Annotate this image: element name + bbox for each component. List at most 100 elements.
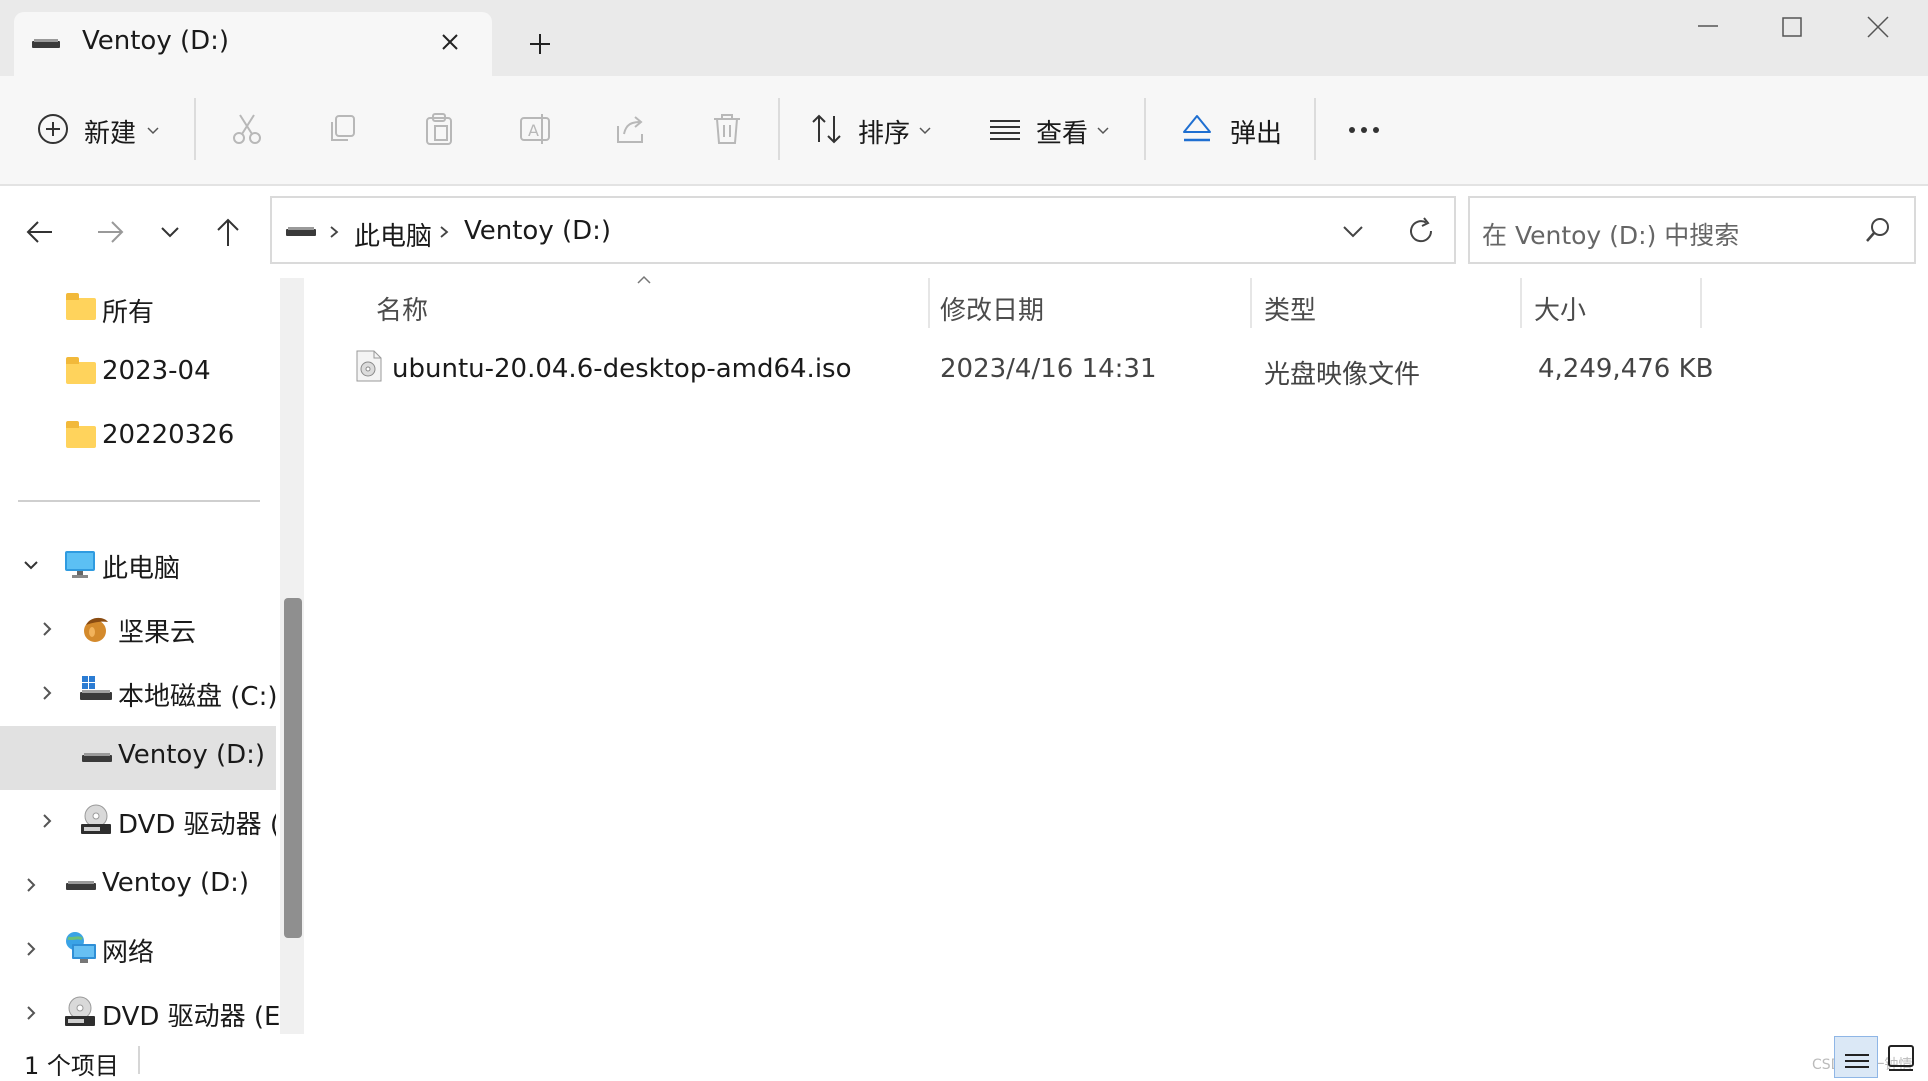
usb-drive-icon	[82, 752, 112, 764]
chevron-right-icon[interactable]	[38, 620, 56, 638]
sidebar-item-label: 此电脑	[102, 554, 181, 584]
sidebar-item-ventoy-d-root[interactable]: Ventoy (D:)	[0, 854, 276, 916]
chevron-right-icon[interactable]	[22, 940, 40, 958]
chevron-down-icon[interactable]	[22, 556, 40, 574]
sidebar-item-local-disk-c[interactable]: 本地磁盘 (C:)	[0, 662, 278, 724]
column-header-date[interactable]: 修改日期	[940, 290, 1044, 327]
recent-locations-chevron-icon[interactable]	[152, 214, 188, 250]
sort-icon	[810, 112, 844, 146]
address-history-chevron-icon[interactable]	[1340, 218, 1366, 244]
sidebar-item-jianguoyun[interactable]: 坚果云	[0, 598, 276, 660]
tab-title: Ventoy (D:)	[82, 26, 230, 56]
file-size: 4,249,476 KB	[1538, 354, 1714, 384]
sort-ascending-icon	[636, 274, 652, 286]
sidebar-item-dvd-e[interactable]: DVD 驱动器 (E	[0, 790, 276, 852]
sidebar-item-pinned-20220326[interactable]: 20220326	[0, 406, 276, 468]
svg-text:A: A	[528, 121, 539, 140]
search-placeholder: 在 Ventoy (D:) 中搜索	[1482, 221, 1740, 250]
column-header-size[interactable]: 大小	[1534, 290, 1586, 327]
column-separator[interactable]	[1700, 278, 1702, 328]
toolbar-separator	[778, 98, 780, 160]
new-label: 新建	[84, 119, 137, 149]
toolbar-separator	[1314, 98, 1316, 160]
sidebar-item-pinned-all[interactable]: 所有	[0, 278, 276, 340]
column-separator[interactable]	[1520, 278, 1522, 328]
search-icon[interactable]	[1864, 216, 1892, 244]
forward-arrow-icon[interactable]	[92, 214, 128, 250]
toolbar-separator	[194, 98, 196, 160]
paste-icon[interactable]	[422, 112, 456, 146]
drive-icon	[286, 226, 316, 238]
file-name[interactable]: ubuntu-20.04.6-desktop-amd64.iso	[392, 354, 852, 384]
breadcrumb-chevron-icon[interactable]	[326, 224, 342, 240]
sidebar-item-dvd-e-root[interactable]: DVD 驱动器 (E:)	[0, 982, 299, 1044]
chevron-right-icon[interactable]	[22, 876, 40, 894]
share-icon[interactable]	[614, 112, 648, 146]
close-tab-icon[interactable]	[436, 28, 464, 56]
sidebar-item-label: 20220326	[102, 420, 235, 450]
column-header-name[interactable]: 名称	[376, 290, 428, 327]
sidebar-item-label: 本地磁盘 (C:)	[118, 682, 278, 712]
minimize-button[interactable]	[1680, 12, 1736, 52]
more-options-icon[interactable]	[1346, 116, 1386, 144]
file-type: 光盘映像文件	[1264, 360, 1421, 390]
chevron-right-icon[interactable]	[38, 684, 56, 702]
plus-circle-icon	[36, 112, 70, 146]
large-icons-view-button[interactable]	[1884, 1040, 1918, 1074]
chevron-right-icon[interactable]	[38, 812, 56, 830]
usb-drive-icon	[66, 880, 96, 892]
sidebar-item-label: Ventoy (D:)	[102, 868, 250, 898]
status-item-count: 1 个项目	[24, 1052, 119, 1080]
toolbar-separator	[1144, 98, 1146, 160]
sidebar-scrollbar-thumb[interactable]	[284, 598, 302, 938]
column-separator[interactable]	[928, 278, 930, 328]
sidebar-item-label: Ventoy (D:)	[118, 740, 266, 770]
cut-icon[interactable]	[230, 112, 264, 146]
folder-icon	[66, 357, 96, 384]
chevron-down-icon	[146, 124, 160, 138]
status-separator	[138, 1046, 140, 1074]
chevron-right-icon[interactable]	[22, 1004, 40, 1022]
details-view-button[interactable]	[1834, 1036, 1878, 1078]
sidebar-item-label: DVD 驱动器 (E:)	[102, 1002, 300, 1032]
sidebar-item-label: DVD 驱动器 (E	[118, 810, 276, 840]
column-header-type[interactable]: 类型	[1264, 290, 1316, 327]
sidebar-item-this-pc[interactable]: 此电脑	[0, 534, 276, 596]
iso-file-icon	[356, 350, 382, 382]
sidebar-item-label: 所有	[102, 298, 155, 328]
sidebar-item-ventoy-d[interactable]: Ventoy (D:)	[0, 726, 276, 788]
sidebar-item-label: 坚果云	[118, 618, 197, 648]
windows-drive-icon	[80, 676, 112, 704]
back-arrow-icon[interactable]	[22, 214, 58, 250]
eject-icon	[1180, 112, 1214, 146]
copy-icon[interactable]	[326, 112, 360, 146]
nut-icon	[80, 612, 112, 644]
breadcrumb-ventoy[interactable]: Ventoy (D:)	[464, 216, 611, 246]
breadcrumb-chevron-icon[interactable]	[436, 224, 452, 240]
breadcrumb-this-pc[interactable]: 此电脑	[354, 216, 432, 253]
column-separator[interactable]	[1250, 278, 1252, 328]
delete-icon[interactable]	[710, 112, 744, 146]
rename-icon[interactable]: A	[518, 112, 552, 146]
sidebar-item-label: 网络	[102, 938, 155, 968]
drive-icon	[32, 38, 60, 50]
maximize-button[interactable]	[1764, 12, 1820, 52]
dvd-drive-icon	[80, 804, 112, 836]
view-label: 查看	[1036, 119, 1089, 149]
sidebar-divider	[18, 500, 260, 502]
chevron-down-icon	[1096, 124, 1110, 138]
eject-label: 弹出	[1230, 119, 1283, 149]
sidebar-item-network[interactable]: 网络	[0, 918, 276, 980]
folder-icon	[66, 421, 96, 448]
dvd-drive-icon	[64, 996, 96, 1028]
file-date: 2023/4/16 14:31	[940, 354, 1157, 384]
refresh-icon[interactable]	[1406, 216, 1436, 246]
close-window-button[interactable]	[1850, 12, 1906, 52]
view-list-icon	[988, 112, 1022, 146]
sidebar-item-label: 2023-04	[102, 356, 211, 386]
sidebar-item-pinned-2023-04[interactable]: 2023-04	[0, 342, 276, 404]
new-tab-button[interactable]	[526, 30, 554, 58]
monitor-icon	[64, 550, 96, 580]
network-icon	[64, 930, 98, 964]
up-arrow-icon[interactable]	[210, 214, 246, 250]
